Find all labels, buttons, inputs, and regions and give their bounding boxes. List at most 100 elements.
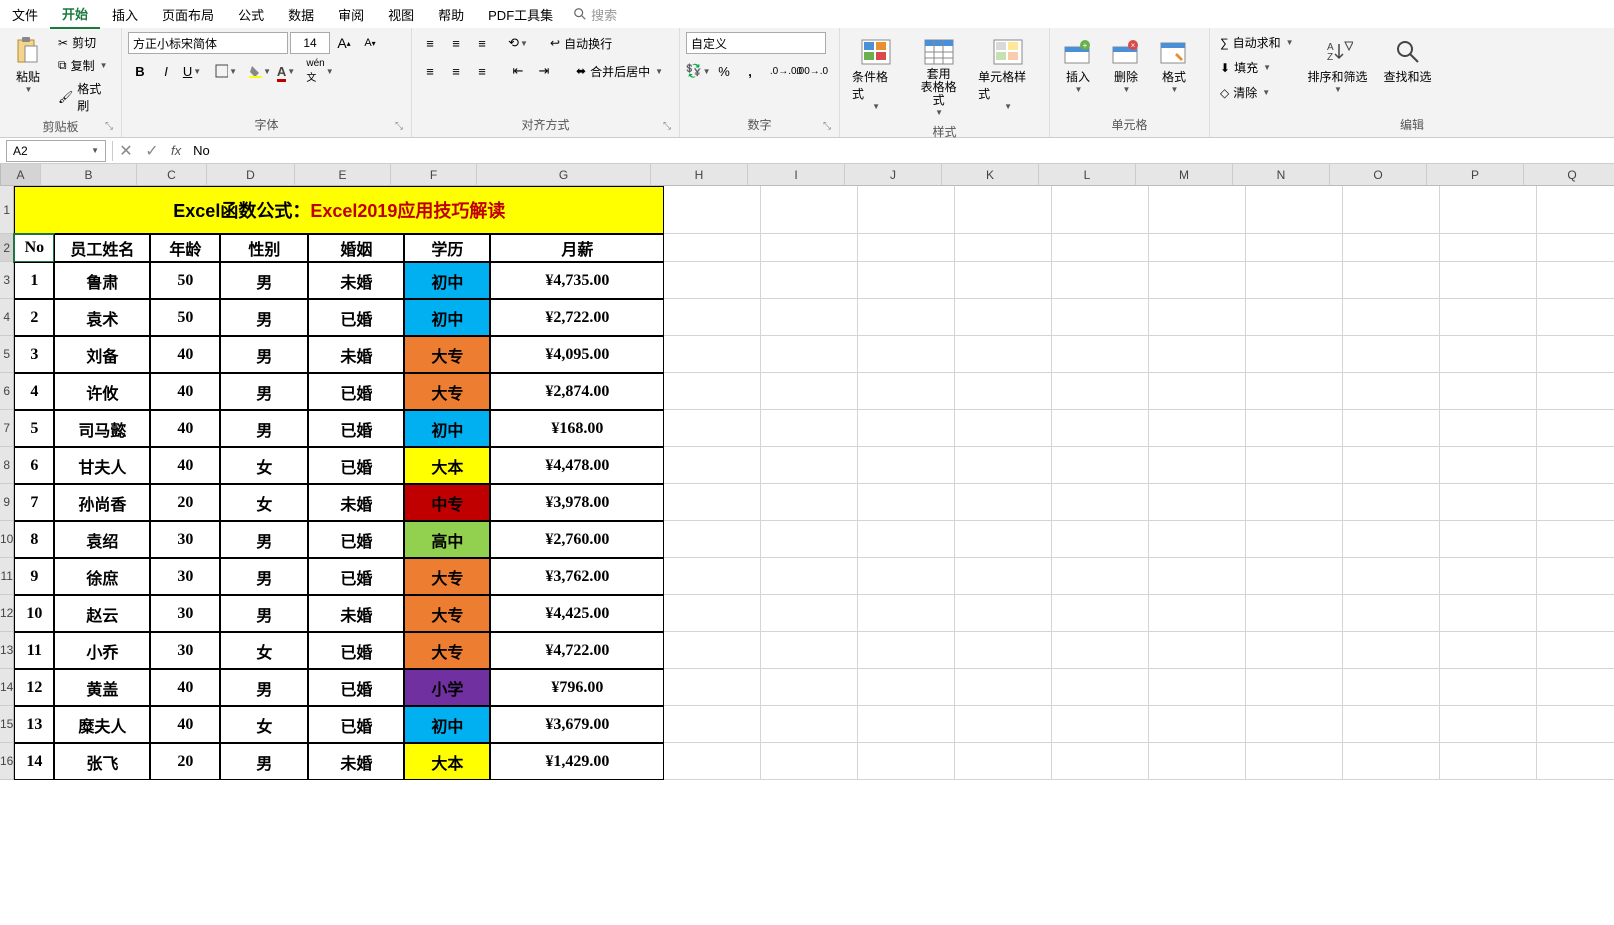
data-cell[interactable]: 20: [150, 743, 220, 780]
align-center-button[interactable]: ≡: [444, 60, 468, 82]
cell[interactable]: [858, 186, 955, 234]
data-cell[interactable]: 徐庶: [54, 558, 150, 595]
decrease-decimal-button[interactable]: .00→.0: [800, 60, 824, 82]
cell[interactable]: [1440, 632, 1537, 669]
data-cell[interactable]: 孙尚香: [54, 484, 150, 521]
cell[interactable]: [1149, 410, 1246, 447]
tab-data[interactable]: 数据: [276, 1, 326, 28]
table-format-button[interactable]: 套用 表格格式▼: [909, 32, 968, 121]
data-cell[interactable]: 40: [150, 410, 220, 447]
data-cell[interactable]: 20: [150, 484, 220, 521]
number-format-select[interactable]: [686, 32, 826, 54]
cell[interactable]: [664, 595, 761, 632]
cell[interactable]: [858, 669, 955, 706]
cell[interactable]: [761, 743, 858, 780]
header-cell[interactable]: No: [14, 234, 54, 262]
data-cell[interactable]: 14: [14, 743, 54, 780]
data-cell[interactable]: 13: [14, 706, 54, 743]
row-header-14[interactable]: 14: [0, 669, 14, 706]
cell[interactable]: [1246, 234, 1343, 262]
cell[interactable]: [664, 484, 761, 521]
title-cell[interactable]: Excel函数公式：Excel2019应用技巧解读: [14, 186, 664, 234]
cell[interactable]: [1343, 336, 1440, 373]
cell[interactable]: [1246, 521, 1343, 558]
data-cell[interactable]: 男: [220, 743, 308, 780]
data-cell[interactable]: 未婚: [308, 595, 404, 632]
cell[interactable]: [1343, 669, 1440, 706]
increase-decimal-button[interactable]: .0→.00: [774, 60, 798, 82]
cell[interactable]: [955, 558, 1052, 595]
align-top-button[interactable]: ≡: [418, 32, 442, 54]
fill-color-button[interactable]: ▼: [248, 60, 272, 82]
dialog-launcher-icon[interactable]: ⤡: [663, 121, 675, 133]
cell[interactable]: [761, 186, 858, 234]
cell[interactable]: [1440, 373, 1537, 410]
col-header-G[interactable]: G: [477, 164, 651, 186]
data-cell[interactable]: 11: [14, 632, 54, 669]
data-cell[interactable]: 甘夫人: [54, 447, 150, 484]
cell[interactable]: [955, 373, 1052, 410]
cell[interactable]: [955, 410, 1052, 447]
cell[interactable]: [1343, 234, 1440, 262]
data-cell[interactable]: 袁绍: [54, 521, 150, 558]
data-cell[interactable]: 大专: [404, 558, 490, 595]
col-header-N[interactable]: N: [1233, 164, 1330, 186]
cell[interactable]: [1343, 410, 1440, 447]
data-cell[interactable]: 已婚: [308, 632, 404, 669]
cell[interactable]: [858, 743, 955, 780]
cell[interactable]: [858, 595, 955, 632]
percent-button[interactable]: %: [712, 60, 736, 82]
cell[interactable]: [1343, 743, 1440, 780]
align-left-button[interactable]: ≡: [418, 60, 442, 82]
cell[interactable]: [1246, 669, 1343, 706]
cell[interactable]: [1343, 558, 1440, 595]
cell[interactable]: [1052, 336, 1149, 373]
cell[interactable]: [858, 706, 955, 743]
data-cell[interactable]: 男: [220, 262, 308, 299]
cell[interactable]: [1343, 521, 1440, 558]
data-cell[interactable]: 3: [14, 336, 54, 373]
row-header-5[interactable]: 5: [0, 336, 14, 373]
data-cell[interactable]: 大专: [404, 336, 490, 373]
header-cell[interactable]: 婚姻: [308, 234, 404, 262]
cell[interactable]: [1052, 484, 1149, 521]
cell[interactable]: [858, 632, 955, 669]
cell[interactable]: [761, 669, 858, 706]
data-cell[interactable]: 糜夫人: [54, 706, 150, 743]
insert-cells-button[interactable]: + 插入▼: [1056, 32, 1100, 98]
data-cell[interactable]: 已婚: [308, 447, 404, 484]
cell[interactable]: [1246, 743, 1343, 780]
cell[interactable]: [1149, 447, 1246, 484]
cell[interactable]: [761, 234, 858, 262]
cell[interactable]: [858, 299, 955, 336]
phonetic-button[interactable]: wén文▼: [308, 60, 332, 82]
cell[interactable]: [664, 410, 761, 447]
cell[interactable]: [1052, 410, 1149, 447]
cell[interactable]: [664, 262, 761, 299]
cell[interactable]: [858, 262, 955, 299]
cell[interactable]: [1052, 262, 1149, 299]
cell[interactable]: [1052, 521, 1149, 558]
data-cell[interactable]: 男: [220, 373, 308, 410]
data-cell[interactable]: 40: [150, 336, 220, 373]
cell[interactable]: [1052, 595, 1149, 632]
align-bottom-button[interactable]: ≡: [470, 32, 494, 54]
header-cell[interactable]: 月薪: [490, 234, 664, 262]
cell[interactable]: [1343, 373, 1440, 410]
cell[interactable]: [858, 558, 955, 595]
row-header-2[interactable]: 2: [0, 234, 14, 262]
cancel-formula-button[interactable]: ✕: [113, 141, 139, 161]
data-cell[interactable]: ¥1,429.00: [490, 743, 664, 780]
tab-file[interactable]: 文件: [0, 1, 50, 28]
data-cell[interactable]: ¥3,679.00: [490, 706, 664, 743]
cell[interactable]: [1343, 262, 1440, 299]
underline-button[interactable]: U▼: [180, 60, 204, 82]
cell[interactable]: [1149, 521, 1246, 558]
cell[interactable]: [955, 595, 1052, 632]
cell[interactable]: [1537, 447, 1614, 484]
cell[interactable]: [1149, 373, 1246, 410]
data-cell[interactable]: 未婚: [308, 262, 404, 299]
cell[interactable]: [761, 262, 858, 299]
data-cell[interactable]: 5: [14, 410, 54, 447]
cell[interactable]: [1149, 336, 1246, 373]
